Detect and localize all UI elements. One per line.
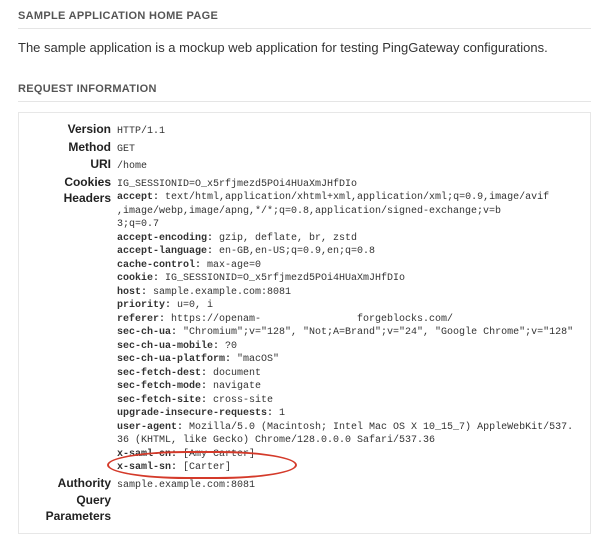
header-line: accept-encoding: gzip, deflate, br, zstd <box>117 232 582 246</box>
value-cookies: IG_SESSIONID=O_x5rfjmezd5POi4HUaXmJHfDIo <box>117 177 582 192</box>
header-key: host: <box>117 287 147 298</box>
header-line: x-saml-cn: [Amy Carter] <box>117 448 582 462</box>
header-key: x-saml-sn: <box>117 462 177 473</box>
value-authority: sample.example.com:8081 <box>117 478 582 493</box>
header-line: sec-fetch-mode: navigate <box>117 380 582 394</box>
value-query <box>117 503 582 504</box>
value-uri: /home <box>117 159 582 174</box>
request-info-panel: Version HTTP/1.1 Method GET URI /home Co… <box>18 112 591 533</box>
label-version: Version <box>27 121 117 137</box>
row-headers: Headers accept: text/html,application/xh… <box>27 191 582 475</box>
header-line: cache-control: max-age=0 <box>117 259 582 273</box>
label-query-2: Parameters <box>27 508 117 524</box>
header-line: referer: https://openam- forgeblocks.com… <box>117 313 582 327</box>
label-authority: Authority <box>27 475 117 491</box>
label-uri: URI <box>27 156 117 172</box>
header-key: sec-ch-ua-mobile: <box>117 341 219 352</box>
row-cookies: Cookies IG_SESSIONID=O_x5rfjmezd5POi4HUa… <box>27 174 582 192</box>
header-key: accept-encoding: <box>117 233 213 244</box>
header-key: cache-control: <box>117 260 201 271</box>
header-key: x-saml-cn: <box>117 449 177 460</box>
row-version: Version HTTP/1.1 <box>27 121 582 139</box>
label-cookies: Cookies <box>27 174 117 190</box>
header-key: sec-fetch-mode: <box>117 381 207 392</box>
header-line: sec-fetch-site: cross-site <box>117 394 582 408</box>
header-line: sec-ch-ua-platform: "macOS" <box>117 353 582 367</box>
header-line-cont: ,image/webp,image/apng,*/*;q=0.8,applica… <box>117 205 582 219</box>
header-line: priority: u=0, i <box>117 299 582 313</box>
header-line: user-agent: Mozilla/5.0 (Macintosh; Inte… <box>117 421 582 435</box>
header-key: referer: <box>117 314 165 325</box>
home-section-title: SAMPLE APPLICATION HOME PAGE <box>18 10 591 29</box>
header-key: upgrade-insecure-requests: <box>117 408 273 419</box>
label-query-1: Query <box>27 492 117 508</box>
header-line-cont: 36 (KHTML, like Gecko) Chrome/128.0.0.0 … <box>117 434 582 448</box>
request-info-title: REQUEST INFORMATION <box>18 83 591 102</box>
header-key: accept-language: <box>117 246 213 257</box>
row-authority: Authority sample.example.com:8081 <box>27 475 582 493</box>
row-query-params-2: Parameters <box>27 508 582 524</box>
header-key: priority: <box>117 300 171 311</box>
label-headers: Headers <box>27 191 117 205</box>
headers-block: accept: text/html,application/xhtml+xml,… <box>117 191 582 475</box>
header-key: sec-ch-ua: <box>117 327 177 338</box>
header-line: accept-language: en-GB,en-US;q=0.9,en;q=… <box>117 245 582 259</box>
row-query-params-1: Query <box>27 492 582 508</box>
header-line-cont: 3;q=0.7 <box>117 218 582 232</box>
header-key: sec-fetch-dest: <box>117 368 207 379</box>
value-version: HTTP/1.1 <box>117 124 582 139</box>
intro-text: The sample application is a mockup web a… <box>18 39 591 57</box>
row-uri: URI /home <box>27 156 582 174</box>
value-method: GET <box>117 142 582 157</box>
header-key: accept: <box>117 192 159 203</box>
header-key: cookie: <box>117 273 159 284</box>
header-line: sec-fetch-dest: document <box>117 367 582 381</box>
header-line: accept: text/html,application/xhtml+xml,… <box>117 191 582 205</box>
header-line: x-saml-sn: [Carter] <box>117 461 582 475</box>
header-line: host: sample.example.com:8081 <box>117 286 582 300</box>
header-key: sec-ch-ua-platform: <box>117 354 231 365</box>
header-key: user-agent: <box>117 422 183 433</box>
header-key: sec-fetch-site: <box>117 395 207 406</box>
label-method: Method <box>27 139 117 155</box>
header-line: upgrade-insecure-requests: 1 <box>117 407 582 421</box>
header-line: cookie: IG_SESSIONID=O_x5rfjmezd5POi4HUa… <box>117 272 582 286</box>
header-line: sec-ch-ua: "Chromium";v="128", "Not;A=Br… <box>117 326 582 340</box>
header-line: sec-ch-ua-mobile: ?0 <box>117 340 582 354</box>
row-method: Method GET <box>27 139 582 157</box>
